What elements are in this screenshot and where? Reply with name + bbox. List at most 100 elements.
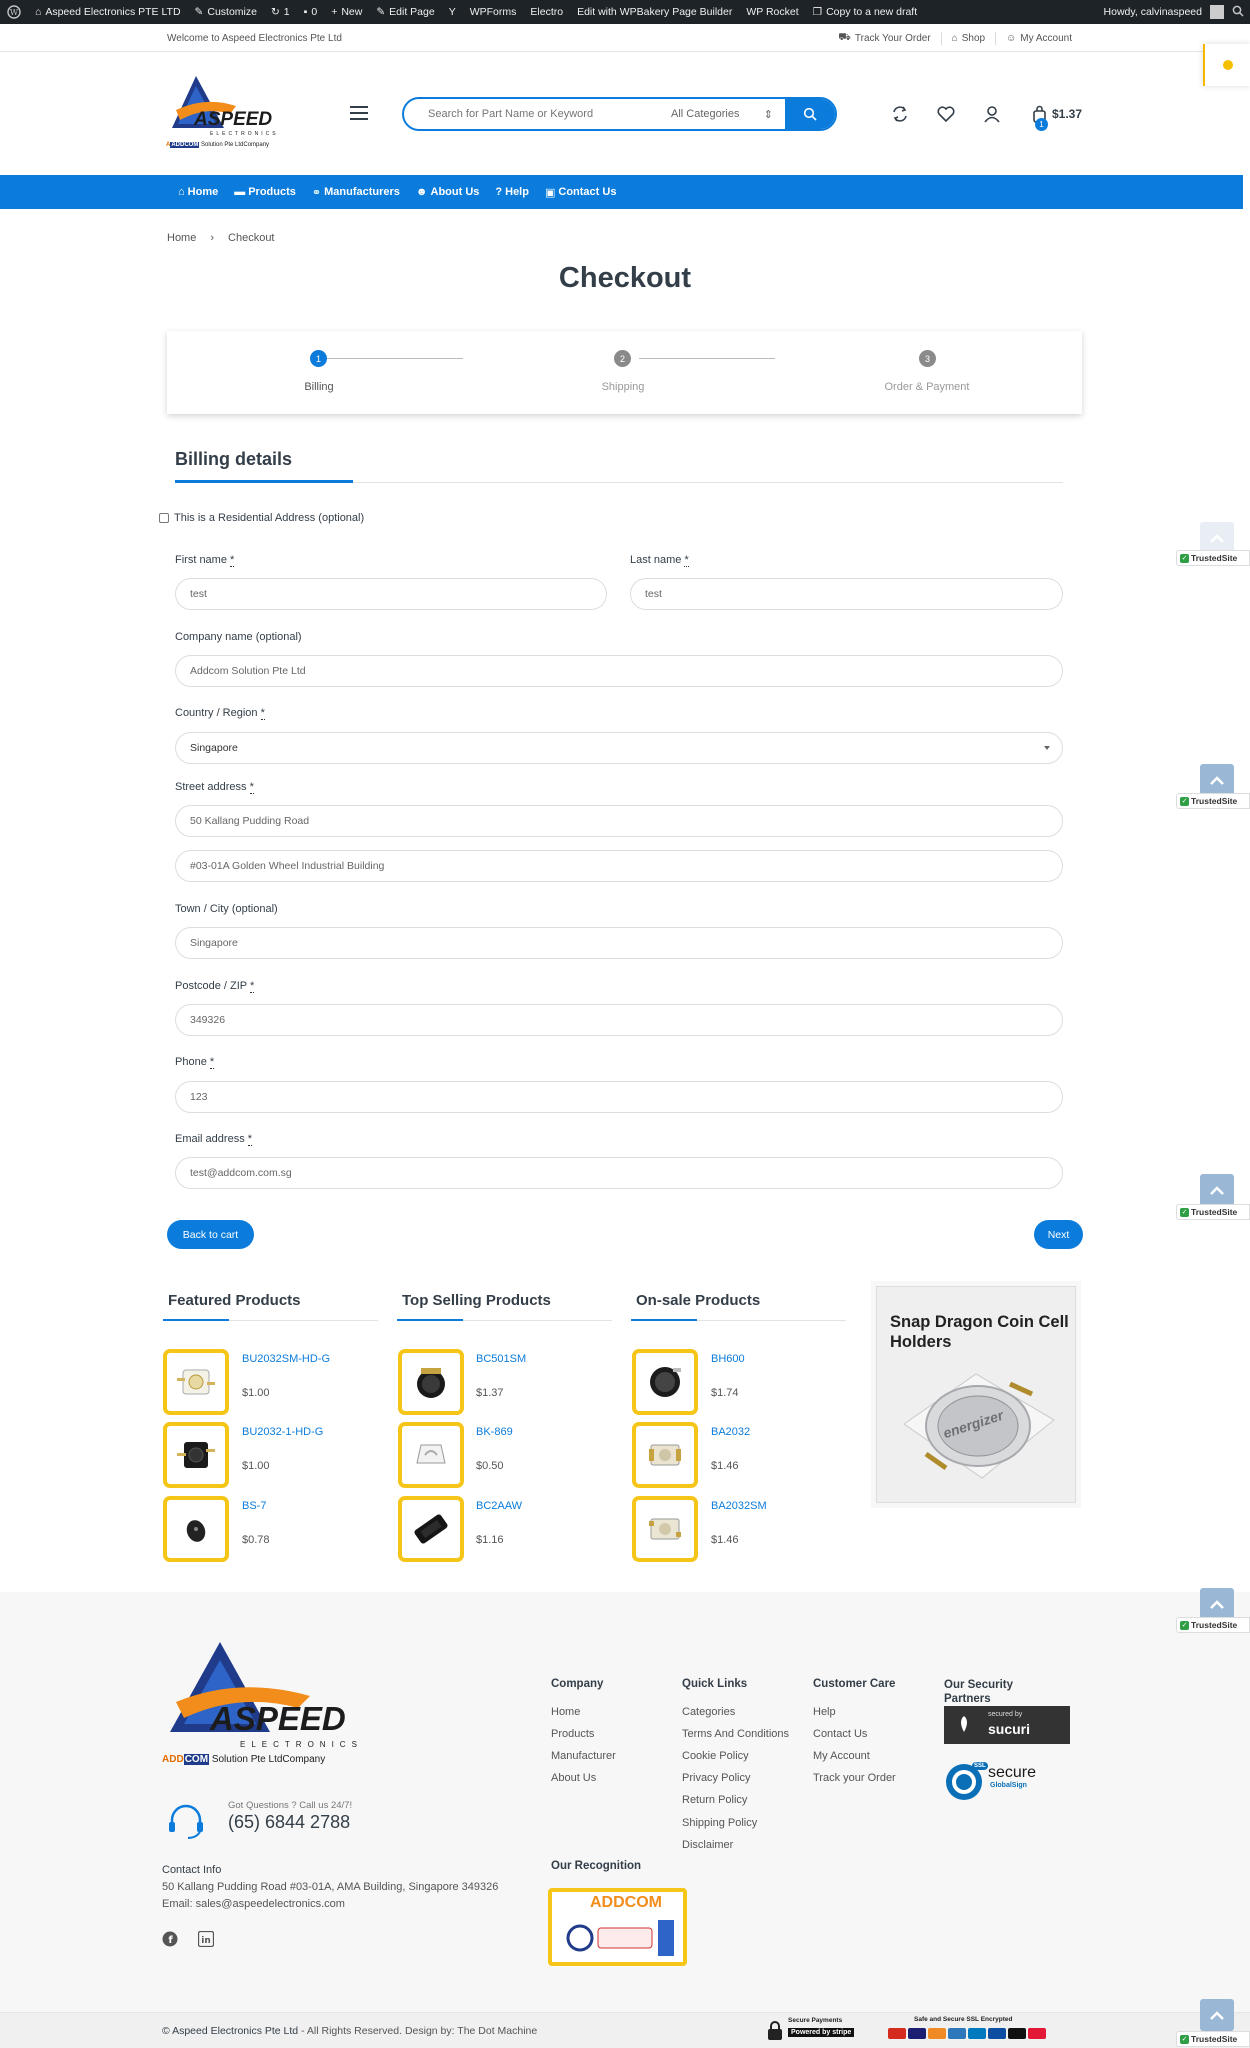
footer-email[interactable]: Email: sales@aspeedelectronics.com bbox=[162, 1898, 345, 1910]
scroll-to-top-button[interactable] bbox=[1200, 1174, 1234, 1206]
admin-wpforms[interactable]: WPForms bbox=[463, 0, 524, 24]
trustedsite-badge[interactable]: ✓ TrustedSite bbox=[1176, 1617, 1250, 1633]
product-thumbnail[interactable] bbox=[632, 1349, 698, 1415]
admin-new[interactable]: + New bbox=[324, 0, 369, 24]
product-name[interactable]: BC2AAW bbox=[476, 1500, 522, 1512]
back-to-cart-button[interactable]: Back to cart bbox=[167, 1220, 254, 1249]
admin-site-name[interactable]: ⌂ Aspeed Electronics PTE LTD bbox=[28, 0, 188, 24]
nav-products[interactable]: ▬ Products bbox=[226, 186, 304, 198]
product-name[interactable]: BS-7 bbox=[242, 1500, 266, 1512]
footer-link-shipping[interactable]: Shipping Policy bbox=[682, 1817, 757, 1829]
footer-logo[interactable]: ASPEED ELECTRONICS ADDCOM Solution Pte L… bbox=[160, 1642, 375, 1777]
search-category-select[interactable]: All Categories ⇕ bbox=[663, 108, 785, 121]
admin-updates[interactable]: ↻ 1 bbox=[264, 0, 297, 24]
product-thumbnail[interactable] bbox=[632, 1422, 698, 1488]
admin-wp-rocket[interactable]: WP Rocket bbox=[739, 0, 805, 24]
product-name[interactable]: BC501SM bbox=[476, 1353, 526, 1365]
footer-link-track[interactable]: Track your Order bbox=[813, 1772, 896, 1784]
step-2-dot[interactable]: 2 bbox=[614, 350, 631, 367]
next-button[interactable]: Next bbox=[1034, 1220, 1083, 1249]
footer-link-return[interactable]: Return Policy bbox=[682, 1794, 747, 1806]
product-name[interactable]: BA2032SM bbox=[711, 1500, 767, 1512]
nav-help[interactable]: ? Help bbox=[487, 186, 537, 198]
trustedsite-badge[interactable]: ✓ TrustedSite bbox=[1176, 793, 1250, 809]
product-thumbnail[interactable] bbox=[632, 1496, 698, 1562]
product-thumbnail[interactable] bbox=[398, 1349, 464, 1415]
product-thumbnail[interactable] bbox=[163, 1349, 229, 1415]
product-name[interactable]: BH600 bbox=[711, 1353, 745, 1365]
cart-total[interactable]: $1.37 bbox=[1052, 107, 1082, 121]
street-address-2-field[interactable]: #03-01A Golden Wheel Industrial Building bbox=[175, 850, 1063, 882]
nav-home[interactable]: ⌂ Home bbox=[170, 186, 226, 198]
footer-link-contact[interactable]: Contact Us bbox=[813, 1728, 867, 1740]
last-name-field[interactable]: test bbox=[630, 578, 1063, 610]
email-field[interactable]: test@addcom.com.sg bbox=[175, 1157, 1063, 1189]
scroll-to-top-button[interactable] bbox=[1200, 764, 1234, 796]
admin-edit-page[interactable]: ✎ Edit Page bbox=[369, 0, 441, 24]
shop-link[interactable]: ⌂ Shop bbox=[940, 32, 995, 45]
step-1-dot[interactable]: 1 bbox=[310, 350, 327, 367]
step-3-dot[interactable]: 3 bbox=[919, 350, 936, 367]
admin-howdy[interactable]: Howdy, calvinaspeed bbox=[1104, 6, 1202, 18]
nav-manufacturers[interactable]: ⚭ Manufacturers bbox=[304, 186, 408, 199]
admin-wpbakery[interactable]: Edit with WPBakery Page Builder bbox=[570, 0, 739, 24]
search-icon[interactable] bbox=[1232, 5, 1244, 20]
my-account-link[interactable]: ☺ My Account bbox=[995, 32, 1082, 45]
admin-copy-draft[interactable]: ❐ Copy to a new draft bbox=[806, 0, 924, 24]
residential-checkbox-row[interactable]: This is a Residential Address (optional) bbox=[159, 512, 364, 524]
first-name-field[interactable]: test bbox=[175, 578, 607, 610]
phone-field[interactable]: 123 bbox=[175, 1081, 1063, 1113]
menu-hamburger-icon[interactable] bbox=[350, 106, 368, 120]
postcode-field[interactable]: 349326 bbox=[175, 1004, 1063, 1036]
footer-link-disclaimer[interactable]: Disclaimer bbox=[682, 1839, 733, 1851]
breadcrumb-home[interactable]: Home bbox=[167, 232, 196, 244]
product-name[interactable]: BA2032 bbox=[711, 1426, 750, 1438]
trustedsite-badge[interactable]: ✓ TrustedSite bbox=[1176, 550, 1250, 566]
promo-banner[interactable]: Snap Dragon Coin Cell Holders energizer bbox=[871, 1281, 1081, 1508]
product-thumbnail[interactable] bbox=[163, 1496, 229, 1562]
admin-yoast[interactable]: Y bbox=[442, 0, 463, 24]
wordpress-logo-icon[interactable]: W bbox=[0, 0, 28, 24]
recognition-badge[interactable]: ADDCOM bbox=[548, 1888, 687, 1966]
scroll-to-top-button[interactable] bbox=[1200, 1588, 1234, 1620]
residential-checkbox[interactable] bbox=[159, 513, 169, 523]
product-name[interactable]: BU2032SM-HD-G bbox=[242, 1353, 330, 1365]
scroll-to-top-button[interactable] bbox=[1200, 1999, 1234, 2031]
admin-electro[interactable]: Electro bbox=[523, 0, 570, 24]
footer-link-about[interactable]: About Us bbox=[551, 1772, 596, 1784]
globalsign-badge[interactable]: SSL secure GlobalSign bbox=[944, 1760, 1048, 1804]
wishlist-heart-icon[interactable] bbox=[936, 104, 956, 124]
nav-contact-us[interactable]: ▣ Contact Us bbox=[537, 186, 624, 199]
footer-link-home[interactable]: Home bbox=[551, 1706, 580, 1718]
nav-about-us[interactable]: ☻ About Us bbox=[408, 186, 487, 198]
footer-link-terms[interactable]: Terms And Conditions bbox=[682, 1728, 789, 1740]
search-button[interactable] bbox=[785, 99, 835, 129]
product-name[interactable]: BK-869 bbox=[476, 1426, 513, 1438]
trustedsite-badge[interactable]: ✓ TrustedSite bbox=[1176, 1204, 1250, 1220]
footer-link-manufacturer[interactable]: Manufacturer bbox=[551, 1750, 616, 1762]
search-input[interactable] bbox=[404, 108, 663, 120]
footer-phone[interactable]: (65) 6844 2788 bbox=[228, 1812, 350, 1833]
town-field[interactable]: Singapore bbox=[175, 927, 1063, 959]
facebook-icon[interactable]: f bbox=[162, 1931, 178, 1950]
avatar[interactable] bbox=[1210, 5, 1224, 19]
product-thumbnail[interactable] bbox=[163, 1422, 229, 1488]
footer-link-privacy[interactable]: Privacy Policy bbox=[682, 1772, 750, 1784]
account-user-icon[interactable] bbox=[982, 104, 1002, 124]
footer-link-products[interactable]: Products bbox=[551, 1728, 594, 1740]
floating-widget-tab[interactable] bbox=[1203, 44, 1250, 86]
country-select[interactable]: Singapore bbox=[175, 732, 1063, 764]
company-field[interactable]: Addcom Solution Pte Ltd bbox=[175, 655, 1063, 687]
footer-link-help[interactable]: Help bbox=[813, 1706, 836, 1718]
product-thumbnail[interactable] bbox=[398, 1422, 464, 1488]
linkedin-icon[interactable]: in bbox=[197, 1930, 215, 1950]
admin-customize[interactable]: ✎ Customize bbox=[188, 0, 264, 24]
footer-link-account[interactable]: My Account bbox=[813, 1750, 870, 1762]
site-logo[interactable]: ASPEED ELECTRONICS AADDCOM Solution Pte … bbox=[166, 76, 286, 156]
trustedsite-badge[interactable]: ✓ TrustedSite bbox=[1176, 2031, 1250, 2047]
compare-icon[interactable] bbox=[890, 104, 910, 124]
track-order-link[interactable]: ⛟ Track Your Order bbox=[828, 32, 940, 45]
product-thumbnail[interactable] bbox=[398, 1496, 464, 1562]
admin-comments[interactable]: ▪ 0 bbox=[297, 0, 325, 24]
footer-link-categories[interactable]: Categories bbox=[682, 1706, 735, 1718]
